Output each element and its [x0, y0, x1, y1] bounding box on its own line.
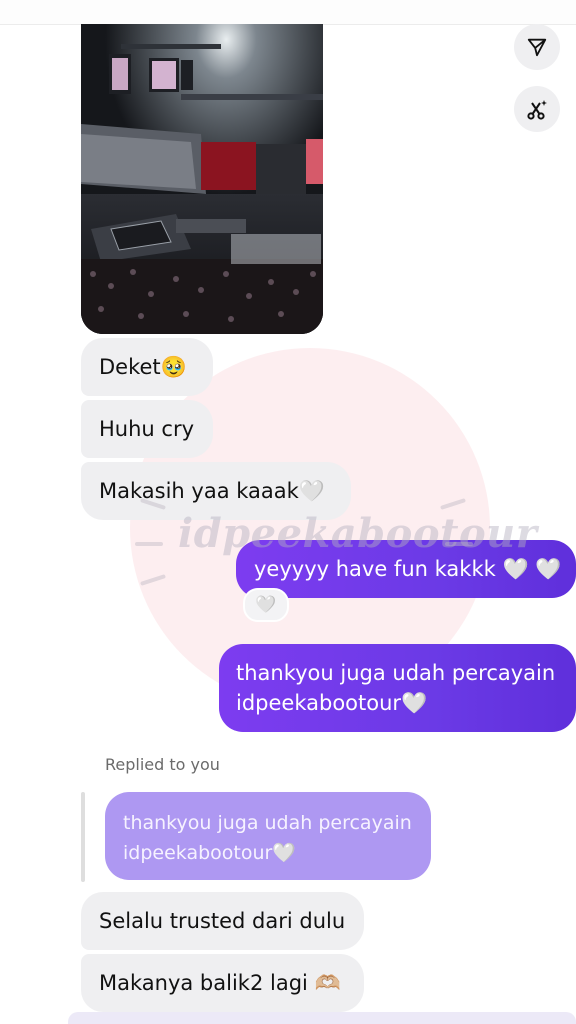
message-text: yeyyyy have fun kakkk: [254, 557, 496, 581]
heart-emojis: 🤍 🤍: [502, 557, 562, 581]
message-incoming[interactable]: Makanya balik2 lagi 🫶🏼: [81, 954, 364, 1012]
message-incoming[interactable]: Selalu trusted dari dulu: [81, 892, 364, 950]
scissors-sparkle-icon: [527, 100, 547, 120]
message-text-line2: idpeekabootour: [236, 691, 402, 715]
emoji-heart-hands: 🫶🏼: [314, 971, 341, 995]
replied-message-preview[interactable]: thankyou juga udah percayain idpeekaboot…: [105, 792, 431, 880]
top-bar: [0, 0, 576, 24]
heart-reaction-icon: 🤍: [255, 595, 277, 615]
message-text: Huhu cry: [99, 417, 195, 441]
heart-emoji: 🤍: [401, 691, 428, 715]
ai-edit-button[interactable]: [514, 86, 560, 132]
next-message-edge: [68, 1012, 576, 1024]
watermark-dash: [440, 498, 466, 510]
message-incoming[interactable]: Makasih yaa kaaak🤍: [81, 462, 351, 520]
reaction-badge[interactable]: 🤍: [243, 588, 289, 622]
reply-text-line2: idpeekabootour: [123, 842, 273, 864]
message-text-line1: thankyou juga udah percayain: [236, 661, 556, 685]
concert-photo-image: [81, 24, 323, 334]
watermark-dash: [140, 574, 166, 586]
share-button[interactable]: [514, 24, 560, 70]
reply-indicator-bar: [81, 792, 85, 882]
heart-emoji: 🤍: [272, 842, 296, 864]
emoji-pleading: 🥹: [160, 355, 187, 379]
message-text: Selalu trusted dari dulu: [99, 909, 346, 933]
watermark-dash: [135, 542, 163, 546]
heart-emoji: 🤍: [298, 479, 325, 503]
shared-concert-photo[interactable]: [81, 24, 323, 334]
paper-plane-icon: [527, 38, 547, 57]
message-text: Deket: [99, 355, 161, 379]
message-outgoing[interactable]: thankyou juga udah percayain idpeekaboot…: [219, 644, 576, 732]
message-incoming[interactable]: Deket🥹: [81, 338, 213, 396]
message-incoming[interactable]: Huhu cry: [81, 400, 213, 458]
message-text: Makanya balik2 lagi: [99, 971, 308, 995]
message-text: Makasih yaa kaaak: [99, 479, 299, 503]
reply-text-line1: thankyou juga udah percayain: [123, 812, 412, 834]
replied-to-you-label: Replied to you: [105, 755, 220, 774]
message-outgoing[interactable]: yeyyyy have fun kakkk 🤍 🤍: [236, 540, 576, 598]
